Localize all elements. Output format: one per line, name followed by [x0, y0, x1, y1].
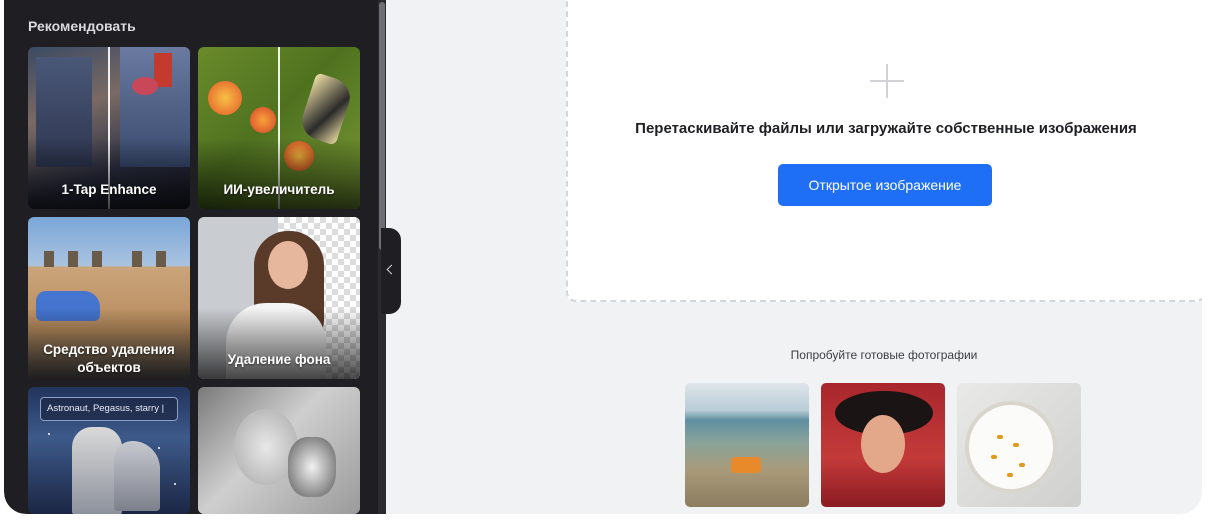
sample-photo-car[interactable] [685, 383, 809, 507]
plus-icon [870, 64, 904, 98]
sample-photos-title: Попробуйте готовые фотографии [790, 348, 978, 362]
tools-sidebar: Рекомендовать 1-Tap Enhance ИИ-увеличите… [4, 0, 386, 514]
car-landscape-photo [731, 457, 761, 473]
scrollbar-thumb[interactable] [379, 2, 385, 250]
prompt-preview: Astronaut, Pegasus, starry | [40, 397, 178, 421]
sample-photo-food[interactable] [957, 383, 1081, 507]
dropzone-text: Перетаскивайте файлы или загружайте собс… [635, 120, 1137, 137]
tool-card-label: Средство удаления объектов [43, 342, 175, 375]
tool-card-1-tap-enhance[interactable]: 1-Tap Enhance [28, 47, 190, 209]
tool-card-label: Удаление фона [227, 352, 331, 367]
collapse-sidebar-button[interactable] [381, 228, 401, 314]
tool-card-label: ИИ-увеличитель [223, 182, 335, 197]
tool-card-label: 1-Tap Enhance [61, 182, 157, 197]
sample-photo-woman-hat[interactable] [821, 383, 945, 507]
tool-card-ai-upscaler[interactable]: ИИ-увеличитель [198, 47, 360, 209]
app-frame: Рекомендовать 1-Tap Enhance ИИ-увеличите… [4, 0, 1202, 514]
tool-card-colorize[interactable] [198, 387, 360, 514]
tool-card-ai-generator[interactable]: Astronaut, Pegasus, starry | [28, 387, 190, 514]
tool-card-object-remover[interactable]: Средство удаления объектов [28, 217, 190, 379]
bw-woman-dog-thumbnail [198, 387, 360, 514]
tool-card-background-remover[interactable]: Удаление фона [198, 217, 360, 379]
open-image-button[interactable]: Открытое изображение [778, 164, 992, 206]
upload-dropzone[interactable]: Перетаскивайте файлы или загружайте собс… [566, 0, 1202, 302]
chevron-left-icon [386, 264, 397, 275]
sidebar-title: Рекомендовать [28, 18, 136, 34]
